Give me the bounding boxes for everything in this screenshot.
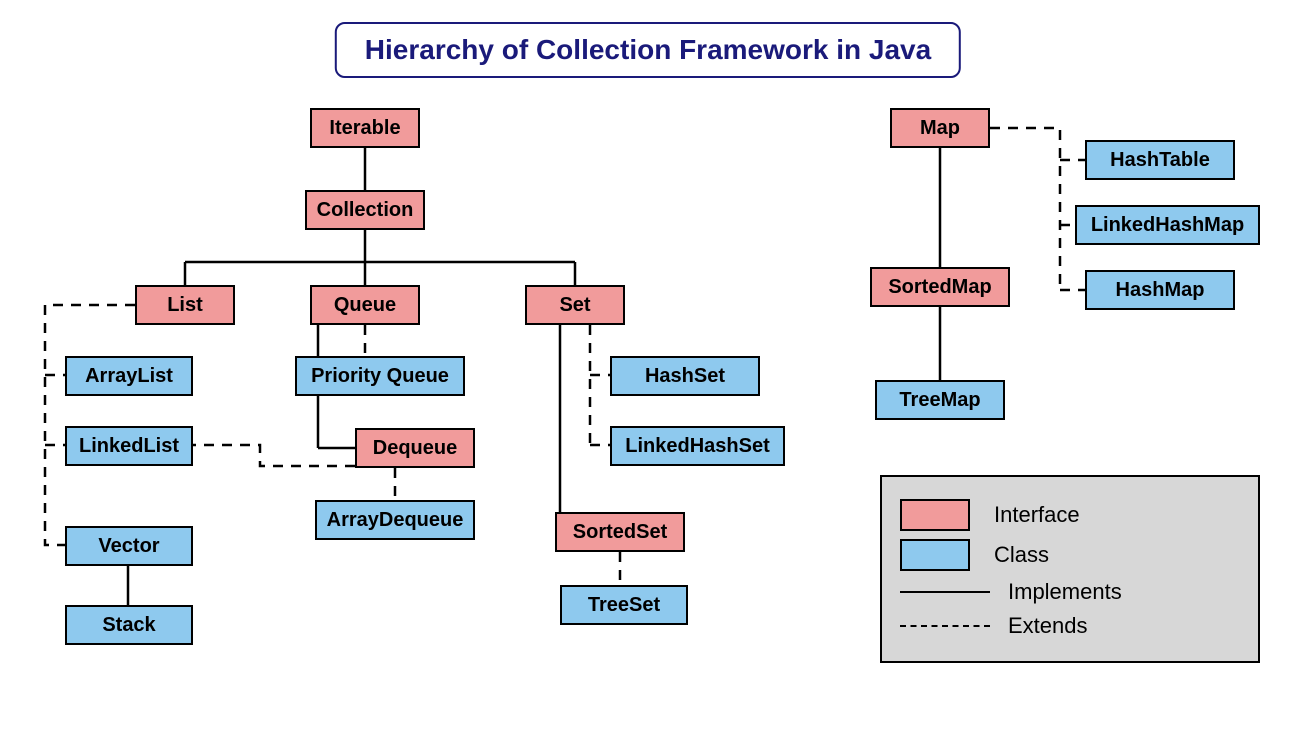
node-treemap: TreeMap	[875, 380, 1005, 420]
legend-dashed-line	[900, 625, 990, 627]
node-collection: Collection	[305, 190, 425, 230]
node-linkedlist: LinkedList	[65, 426, 193, 466]
legend-solid-line	[900, 591, 990, 593]
legend-implements-row: Implements	[900, 579, 1240, 605]
node-queue: Queue	[310, 285, 420, 325]
legend-class-row: Class	[900, 539, 1240, 571]
legend-interface-swatch	[900, 499, 970, 531]
node-vector: Vector	[65, 526, 193, 566]
legend-implements-label: Implements	[1008, 579, 1122, 605]
node-dequeue: Dequeue	[355, 428, 475, 468]
node-hashmap: HashMap	[1085, 270, 1235, 310]
node-arraylist: ArrayList	[65, 356, 193, 396]
node-iterable: Iterable	[310, 108, 420, 148]
node-sortedset: SortedSet	[555, 512, 685, 552]
node-set: Set	[525, 285, 625, 325]
legend-extends-row: Extends	[900, 613, 1240, 639]
legend-class-swatch	[900, 539, 970, 571]
diagram-title: Hierarchy of Collection Framework in Jav…	[335, 22, 961, 78]
legend-interface-label: Interface	[994, 502, 1080, 528]
legend-box: Interface Class Implements Extends	[880, 475, 1260, 663]
node-hashtable: HashTable	[1085, 140, 1235, 180]
node-linkedhashmap: LinkedHashMap	[1075, 205, 1260, 245]
node-map: Map	[890, 108, 990, 148]
node-treeset: TreeSet	[560, 585, 688, 625]
node-linkedhashset: LinkedHashSet	[610, 426, 785, 466]
node-list: List	[135, 285, 235, 325]
node-hashset: HashSet	[610, 356, 760, 396]
legend-extends-label: Extends	[1008, 613, 1088, 639]
node-stack: Stack	[65, 605, 193, 645]
legend-class-label: Class	[994, 542, 1049, 568]
node-sortedmap: SortedMap	[870, 267, 1010, 307]
legend-interface-row: Interface	[900, 499, 1240, 531]
node-priorityqueue: Priority Queue	[295, 356, 465, 396]
node-arraydequeue: ArrayDequeue	[315, 500, 475, 540]
